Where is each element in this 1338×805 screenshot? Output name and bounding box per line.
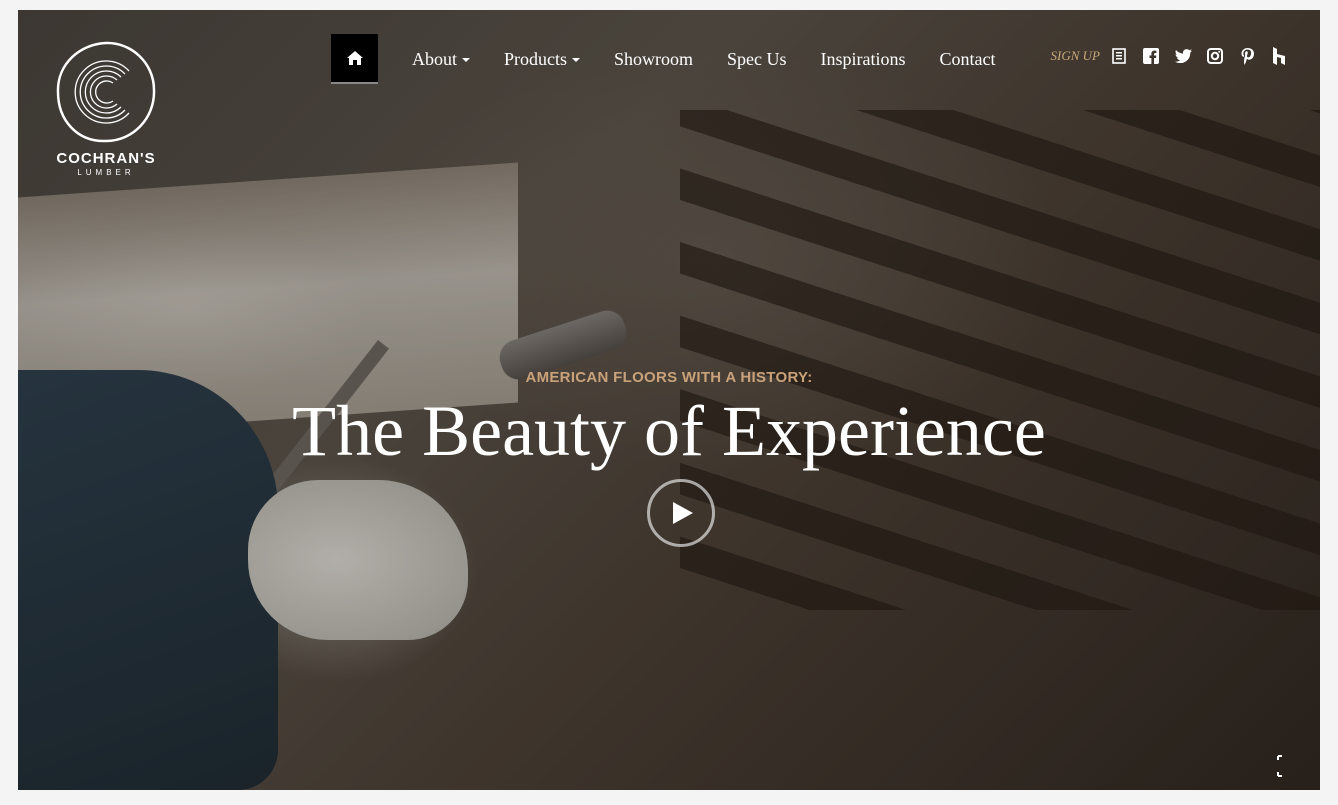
- fullscreen-icon[interactable]: [1277, 755, 1287, 777]
- facebook-icon[interactable]: [1142, 47, 1160, 65]
- instagram-icon[interactable]: [1206, 47, 1224, 65]
- play-video-button[interactable]: [647, 479, 715, 547]
- nav-item-label: About: [412, 48, 457, 69]
- newsletter-icon[interactable]: [1110, 47, 1128, 65]
- nav-item-spec-us[interactable]: Spec Us: [727, 49, 787, 70]
- tree-ring-c-logo-icon: [56, 41, 156, 143]
- brand-name: COCHRAN'S: [56, 150, 156, 167]
- nav-item-label: Showroom: [614, 48, 694, 69]
- hero-headline: The Beauty of Experience: [292, 391, 1046, 471]
- main-nav: About Products Showroom Spec Us Inspirat…: [331, 34, 996, 84]
- play-icon: [673, 502, 693, 524]
- caret-down-icon: [462, 58, 470, 62]
- hero-kicker: AMERICAN FLOORS WITH A HISTORY:: [525, 369, 813, 386]
- nav-home-button[interactable]: [331, 34, 378, 84]
- houzz-icon[interactable]: [1270, 47, 1288, 65]
- hero-video-background: COCHRAN'S LUMBER About Products Showroom…: [18, 10, 1320, 790]
- nav-item-label: Products: [504, 48, 567, 69]
- signup-link[interactable]: SIGN UP: [1051, 48, 1100, 64]
- home-icon: [346, 51, 363, 65]
- nav-item-showroom[interactable]: Showroom: [614, 49, 693, 70]
- twitter-icon[interactable]: [1174, 47, 1192, 65]
- nav-item-inspirations[interactable]: Inspirations: [821, 49, 906, 70]
- caret-down-icon: [572, 58, 580, 62]
- nav-item-products[interactable]: Products: [504, 49, 580, 70]
- social-links: SIGN UP: [1051, 47, 1288, 65]
- nav-item-contact[interactable]: Contact: [940, 49, 996, 70]
- nav-item-label: Inspirations: [820, 48, 906, 69]
- pinterest-icon[interactable]: [1238, 47, 1256, 65]
- nav-item-label: Contact: [939, 48, 996, 69]
- nav-item-about[interactable]: About: [412, 49, 470, 70]
- nav-item-label: Spec Us: [727, 48, 787, 69]
- brand-subtitle: LUMBER: [77, 168, 135, 177]
- brand-logo[interactable]: COCHRAN'S LUMBER: [51, 40, 161, 177]
